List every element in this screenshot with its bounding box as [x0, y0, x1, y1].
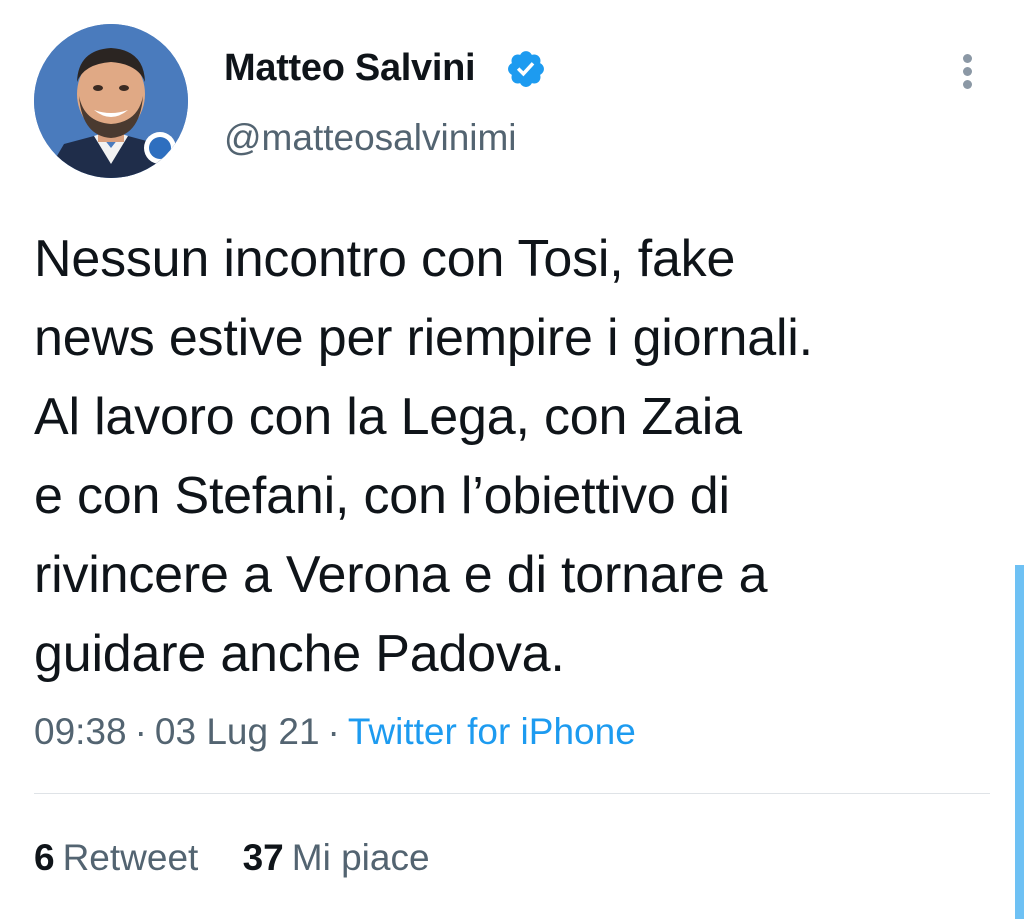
tweet-text: Nessun incontro con Tosi, fake news esti…	[34, 230, 813, 683]
retweets-label: Retweet	[62, 837, 199, 878]
meta-separator: ·	[134, 711, 147, 752]
tweet-date[interactable]: 03 Lug 21	[155, 711, 320, 752]
likes-count: 37	[242, 837, 284, 878]
divider	[34, 793, 990, 794]
tweet-metadata: 09:38 · 03 Lug 21 · Twitter for iPhone	[34, 707, 636, 757]
retweets-count: 6	[34, 837, 55, 878]
user-handle[interactable]: @matteosalvinimi	[224, 114, 517, 162]
scrollbar[interactable]	[1015, 565, 1024, 919]
more-vertical-icon[interactable]	[952, 48, 982, 92]
retweets-stat[interactable]: 6 Retweet	[34, 833, 198, 883]
more-dot	[963, 80, 972, 89]
meta-separator: ·	[327, 711, 340, 752]
tweet-detail: Matteo Salvini @matteosalvinimi Nessun i…	[0, 0, 1024, 919]
tweet-stats: 6 Retweet 37 Mi piace	[34, 833, 430, 883]
tweet-time[interactable]: 09:38	[34, 711, 127, 752]
verified-badge-icon	[505, 48, 547, 90]
tweet-source-link[interactable]: Twitter for iPhone	[348, 711, 636, 752]
avatar-photo	[34, 24, 188, 178]
likes-label: Mi piace	[291, 837, 430, 878]
more-dot	[963, 67, 972, 76]
display-name[interactable]: Matteo Salvini	[224, 44, 476, 92]
more-dot	[963, 54, 972, 63]
likes-stat[interactable]: 37 Mi piace	[243, 833, 430, 883]
avatar[interactable]	[34, 24, 188, 178]
